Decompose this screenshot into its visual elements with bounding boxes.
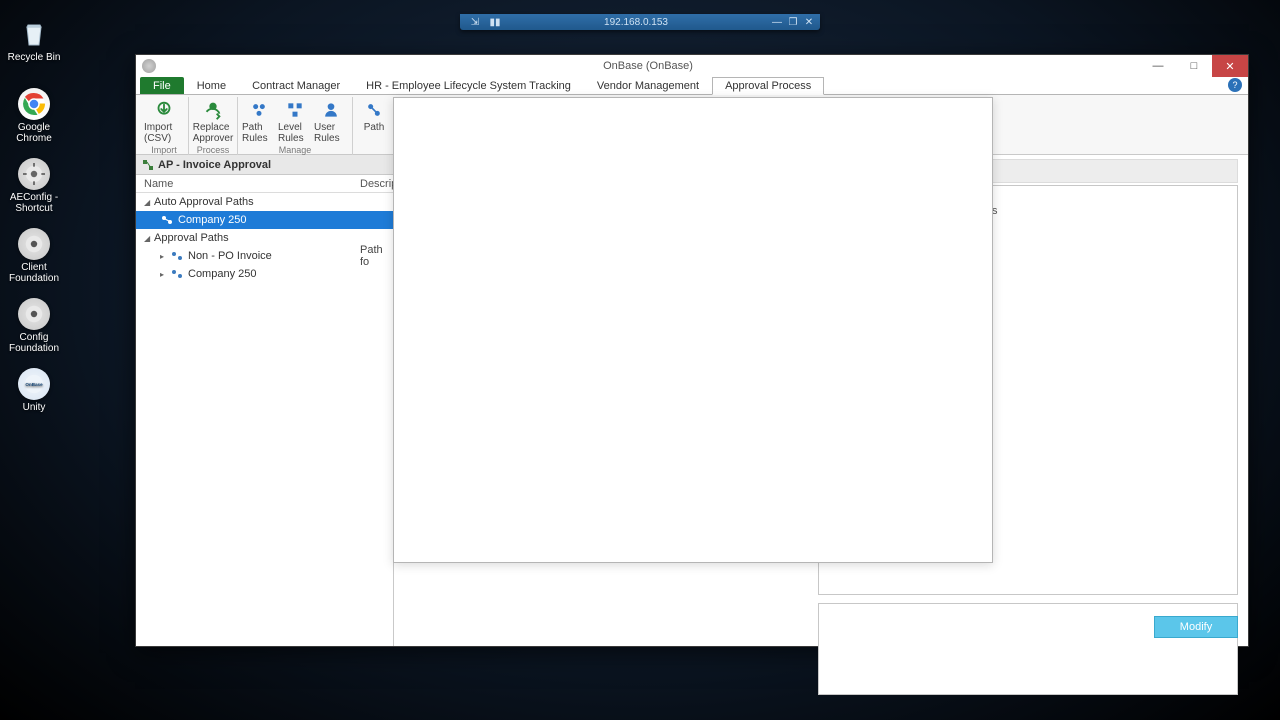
desktop-label: Client Foundation bbox=[6, 262, 62, 284]
desktop-chrome[interactable]: Google Chrome bbox=[6, 88, 62, 144]
close-icon[interactable]: ✕ bbox=[802, 16, 816, 28]
gear-icon bbox=[18, 228, 50, 260]
tree-company-250-auto[interactable]: Company 250 bbox=[136, 211, 393, 229]
expand-icon[interactable]: ▸ bbox=[160, 252, 170, 261]
signal-icon[interactable]: ▮▮ bbox=[488, 16, 502, 28]
level-rules-button[interactable]: Level Rules bbox=[278, 97, 312, 144]
expand-icon[interactable]: ▸ bbox=[160, 270, 170, 279]
recycle-bin-icon bbox=[18, 18, 50, 50]
desktop-label: Unity bbox=[23, 402, 46, 413]
desktop-config-foundation[interactable]: Config Foundation bbox=[6, 298, 62, 354]
tree-auto-approval-paths[interactable]: ◢Auto Approval Paths bbox=[136, 193, 393, 211]
replace-approver-icon bbox=[202, 99, 224, 121]
tabstrip: File Home Contract Manager HR - Employee… bbox=[136, 77, 1248, 95]
gear-icon bbox=[18, 298, 50, 330]
add-path-icon bbox=[363, 99, 385, 121]
add-path-button[interactable]: Path bbox=[357, 97, 391, 152]
maximize-button[interactable]: □ bbox=[1176, 55, 1212, 77]
auto-path-icon bbox=[160, 214, 174, 226]
path-icon bbox=[170, 250, 184, 262]
titlebar: OnBase (OnBase) — □ ✕ bbox=[136, 55, 1248, 77]
blank-overlay-pane bbox=[393, 97, 993, 563]
desktop-label: AEConfig - Shortcut bbox=[6, 192, 62, 214]
user-rules-icon bbox=[320, 99, 342, 121]
close-button[interactable]: ✕ bbox=[1212, 55, 1248, 77]
onbase-window: OnBase (OnBase) — □ ✕ File Home Contract… bbox=[135, 54, 1249, 647]
path-rules-button[interactable]: Path Rules bbox=[242, 97, 276, 144]
tab-approval-process[interactable]: Approval Process bbox=[712, 77, 824, 95]
help-button[interactable]: ? bbox=[1228, 78, 1242, 92]
desktop-client-foundation[interactable]: Client Foundation bbox=[6, 228, 62, 284]
tree-panel: AP - Invoice Approval Name Description ◢… bbox=[136, 155, 394, 646]
window-title: OnBase (OnBase) bbox=[156, 60, 1140, 72]
expand-icon[interactable]: ◢ bbox=[144, 198, 154, 207]
onbase-icon: OnBase bbox=[18, 368, 50, 400]
tab-hr-lifecycle[interactable]: HR - Employee Lifecycle System Tracking bbox=[353, 77, 584, 94]
desktop-recycle-bin[interactable]: Recycle Bin bbox=[6, 18, 62, 63]
expand-icon[interactable]: ◢ bbox=[144, 234, 154, 243]
svg-text:OnBase: OnBase bbox=[25, 382, 43, 387]
desktop-label: Recycle Bin bbox=[8, 52, 61, 63]
import-icon bbox=[153, 99, 175, 121]
remote-connection-bar: ⇲ ▮▮ 192.168.0.153 — ❐ ✕ bbox=[460, 14, 820, 30]
detail-area: s Modify bbox=[394, 155, 1248, 646]
workflow-icon bbox=[142, 159, 154, 171]
desktop-label: Google Chrome bbox=[6, 122, 62, 144]
user-rules-button[interactable]: User Rules bbox=[314, 97, 348, 144]
desktop-label: Config Foundation bbox=[6, 332, 62, 354]
col-name[interactable]: Name bbox=[136, 178, 356, 190]
minimize-button[interactable]: — bbox=[1140, 55, 1176, 77]
tree-approval-paths[interactable]: ◢Approval Paths bbox=[136, 229, 393, 247]
tree-columns: Name Description bbox=[136, 175, 393, 193]
import-csv-button[interactable]: Import (CSV) bbox=[144, 97, 184, 144]
tree-header: AP - Invoice Approval bbox=[136, 155, 393, 175]
level-rules-icon bbox=[284, 99, 306, 121]
replace-approver-button[interactable]: Replace Approver bbox=[193, 97, 233, 144]
gear-icon bbox=[18, 158, 50, 190]
minimize-icon[interactable]: — bbox=[770, 16, 784, 28]
chrome-icon bbox=[18, 88, 50, 120]
app-icon bbox=[142, 59, 156, 73]
desktop-aeconfig[interactable]: AEConfig - Shortcut bbox=[6, 158, 62, 214]
pin-icon[interactable]: ⇲ bbox=[468, 16, 482, 28]
tab-file[interactable]: File bbox=[140, 77, 184, 94]
tab-vendor-management[interactable]: Vendor Management bbox=[584, 77, 712, 94]
tab-contract-manager[interactable]: Contract Manager bbox=[239, 77, 353, 94]
path-rules-icon bbox=[248, 99, 270, 121]
tree-non-po-invoice[interactable]: ▸ Non - PO Invoice Path fo bbox=[136, 247, 393, 265]
path-icon bbox=[170, 268, 184, 280]
tree-company-250[interactable]: ▸ Company 250 bbox=[136, 265, 393, 283]
modify-button[interactable]: Modify bbox=[1154, 616, 1238, 638]
remote-ip: 192.168.0.153 bbox=[502, 17, 770, 28]
restore-icon[interactable]: ❐ bbox=[786, 16, 800, 28]
tab-home[interactable]: Home bbox=[184, 77, 239, 94]
desktop-unity[interactable]: OnBase Unity bbox=[6, 368, 62, 413]
